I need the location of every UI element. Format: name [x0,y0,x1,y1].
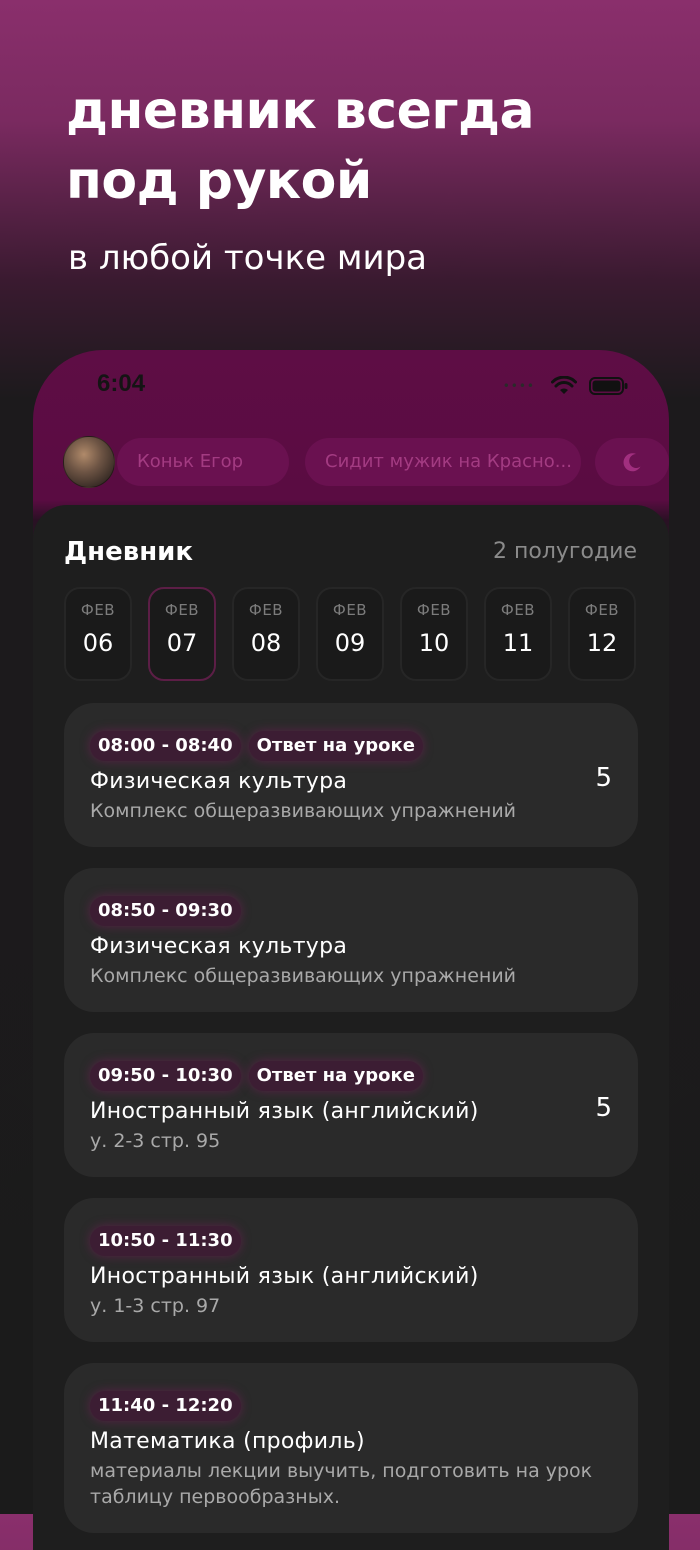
lesson-subject: Физическая культура [90,769,348,794]
date-month: ФЕВ [332,601,368,619]
diary-sheet: Дневник 2 полугодие ФЕВ 06 ФЕВ 07 ФЕВ 08… [33,505,669,1550]
term-selector[interactable]: 2 полугодие [493,539,637,564]
lesson-grade: 5 [595,1093,612,1123]
lesson-card[interactable]: 11:40 - 12:20 Математика (профиль) матер… [64,1363,638,1533]
promo-subtitle: в любой точке мира [68,238,427,278]
lesson-homework: у. 1-3 стр. 97 [90,1295,221,1317]
lesson-card[interactable]: 09:50 - 10:30 Ответ на уроке Иностранный… [64,1033,638,1177]
date-month: ФЕВ [80,601,116,619]
promo-title-line1: дневник всегда [66,81,535,141]
lesson-list: 08:00 - 08:40 Ответ на уроке Физическая … [64,703,638,1550]
lesson-tags: 11:40 - 12:20 [90,1391,612,1421]
lesson-tags: 08:50 - 09:30 [90,896,612,926]
date-month: ФЕВ [584,601,620,619]
moon-icon [623,453,641,472]
lesson-tags: 09:50 - 10:30 Ответ на уроке [90,1061,612,1091]
date-cell[interactable]: ФЕВ 12 [568,587,636,681]
date-month: ФЕВ [416,601,452,619]
lesson-card[interactable]: 10:50 - 11:30 Иностранный язык (английск… [64,1198,638,1342]
date-cell[interactable]: ФЕВ 11 [484,587,552,681]
date-month: ФЕВ [500,601,536,619]
promo-title: дневник всегда под рукой [66,76,535,216]
lesson-subject: Иностранный язык (английский) [90,1099,479,1124]
phone-screen: 6:04 •••• Коньк Егор Сидит мужик на Крас… [33,350,669,1550]
lesson-time-tag: 09:50 - 10:30 [90,1061,241,1091]
lesson-badge: Ответ на уроке [248,731,423,761]
date-month: ФЕВ [164,601,200,619]
lesson-subject: Физическая культура [90,934,348,959]
date-cell[interactable]: ФЕВ 06 [64,587,132,681]
theme-toggle-button[interactable] [595,438,669,486]
promo-title-line2: под рукой [66,151,372,211]
lesson-time-tag: 08:00 - 08:40 [90,731,241,761]
date-day: 11 [502,629,534,657]
status-pill[interactable]: Сидит мужик на Красно... [305,438,581,486]
date-month: ФЕВ [248,601,284,619]
user-bar: Коньк Егор Сидит мужик на Красно... [63,436,669,488]
date-day: 06 [82,629,114,657]
battery-icon [589,377,628,395]
lesson-time-tag: 10:50 - 11:30 [90,1226,241,1256]
date-strip: ФЕВ 06 ФЕВ 07 ФЕВ 08 ФЕВ 09 ФЕВ 10 ФЕВ 1… [64,587,636,681]
date-day: 10 [418,629,450,657]
lesson-grade: 5 [595,763,612,793]
wifi-icon [551,376,577,394]
date-cell[interactable]: ФЕВ 10 [400,587,468,681]
date-cell-selected[interactable]: ФЕВ 07 [148,587,216,681]
date-day: 07 [166,629,198,657]
lesson-card[interactable]: 08:00 - 08:40 Ответ на уроке Физическая … [64,703,638,847]
user-name-pill[interactable]: Коньк Егор [117,438,289,486]
lesson-badge: Ответ на уроке [248,1061,423,1091]
status-time: 6:04 [97,370,146,397]
lesson-subject: Математика (профиль) [90,1429,365,1454]
diary-title: Дневник [64,537,194,567]
date-day: 12 [586,629,618,657]
lesson-tags: 10:50 - 11:30 [90,1226,612,1256]
lesson-time-tag: 11:40 - 12:20 [90,1391,241,1421]
date-cell[interactable]: ФЕВ 09 [316,587,384,681]
lesson-subject: Иностранный язык (английский) [90,1264,479,1289]
lesson-time-tag: 08:50 - 09:30 [90,896,241,926]
status-icons: •••• [503,376,629,396]
lesson-card[interactable]: 08:50 - 09:30 Физическая культура Компле… [64,868,638,1012]
lesson-homework: материалы лекции выучить, подготовить на… [90,1460,593,1508]
lesson-homework: у. 2-3 стр. 95 [90,1130,221,1152]
lesson-homework: Комплекс общеразвивающих упражнений [90,965,517,987]
date-day: 08 [250,629,282,657]
avatar[interactable] [63,436,115,488]
lesson-homework: Комплекс общеразвивающих упражнений [90,800,517,822]
signal-dots-icon: •••• [502,379,535,393]
date-cell[interactable]: ФЕВ 08 [232,587,300,681]
date-day: 09 [334,629,366,657]
lesson-tags: 08:00 - 08:40 Ответ на уроке [90,731,612,761]
status-bar: 6:04 •••• [33,350,669,420]
